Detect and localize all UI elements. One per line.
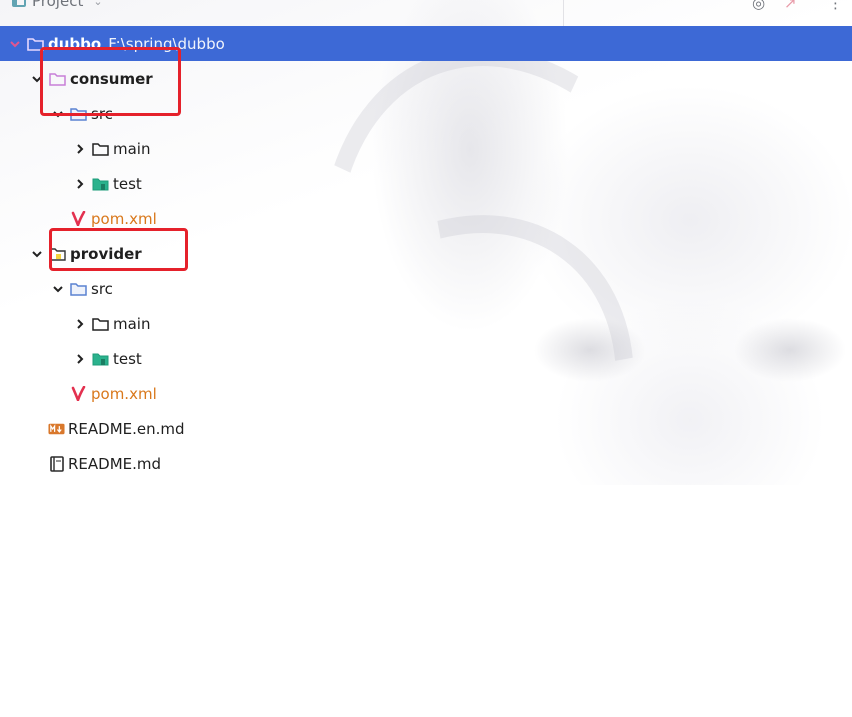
tree-node-label: pom.xml bbox=[91, 384, 157, 403]
folder-source-icon bbox=[70, 281, 87, 296]
project-panel-header: Project ⌄ ◎ ↗ ⋮ bbox=[0, 0, 852, 26]
tree-node-consumer[interactable]: consumer bbox=[0, 61, 852, 96]
folder-module-icon bbox=[49, 71, 66, 86]
tree-node-provider-src[interactable]: src bbox=[0, 271, 852, 306]
tree-node-readme[interactable]: README.md bbox=[0, 446, 852, 481]
tree-node-label: dubbo bbox=[48, 34, 102, 53]
chevron-right-icon[interactable] bbox=[73, 317, 87, 331]
panel-title-group[interactable]: Project ⌄ bbox=[12, 0, 103, 10]
chevron-down-icon[interactable] bbox=[30, 72, 44, 86]
locate-target-icon[interactable]: ◎ bbox=[752, 0, 765, 12]
chevron-down-icon[interactable] bbox=[30, 247, 44, 261]
tree-node-provider[interactable]: provider bbox=[0, 236, 852, 271]
folder-test-icon bbox=[92, 176, 109, 191]
tree-node-label: provider bbox=[70, 244, 142, 263]
tree-node-consumer-test[interactable]: test bbox=[0, 166, 852, 201]
tree-node-label: test bbox=[113, 349, 142, 368]
expand-arrow-icon[interactable]: ↗ bbox=[784, 0, 797, 12]
tree-node-label: README.en.md bbox=[68, 419, 185, 438]
chevron-down-icon[interactable]: ⌄ bbox=[93, 0, 102, 8]
chevron-right-icon[interactable] bbox=[73, 142, 87, 156]
tree-node-consumer-src[interactable]: src bbox=[0, 96, 852, 131]
chevron-right-icon[interactable] bbox=[73, 177, 87, 191]
folder-plain-module-icon bbox=[49, 246, 66, 261]
tree-node-dubbo[interactable]: dubbo F:\spring\dubbo bbox=[0, 26, 852, 61]
tree-node-label: main bbox=[113, 139, 151, 158]
tree-node-label: pom.xml bbox=[91, 209, 157, 228]
folder-source-icon bbox=[70, 106, 87, 121]
chevron-down-icon[interactable] bbox=[51, 282, 65, 296]
toolbar-divider bbox=[563, 0, 564, 26]
readme-book-icon bbox=[48, 455, 65, 472]
tree-node-label: test bbox=[113, 174, 142, 193]
folder-test-icon bbox=[92, 351, 109, 366]
folder-icon bbox=[92, 141, 109, 156]
tree-node-provider-pom[interactable]: pom.xml bbox=[0, 376, 852, 411]
chevron-right-icon[interactable] bbox=[73, 352, 87, 366]
chevron-down-icon[interactable] bbox=[51, 107, 65, 121]
tree-node-readme-en[interactable]: README.en.md bbox=[0, 411, 852, 446]
maven-icon bbox=[70, 386, 87, 401]
chevron-down-icon[interactable] bbox=[8, 37, 22, 51]
panel-title: Project bbox=[32, 0, 84, 10]
folder-module-icon bbox=[27, 36, 44, 51]
tree-node-label: README.md bbox=[68, 454, 162, 473]
tree-node-consumer-main[interactable]: main bbox=[0, 131, 852, 166]
folder-icon bbox=[92, 316, 109, 331]
tree-node-provider-main[interactable]: main bbox=[0, 306, 852, 341]
more-options-icon[interactable]: ⋮ bbox=[828, 0, 843, 12]
tree-node-path: F:\spring\dubbo bbox=[108, 34, 225, 53]
maven-icon bbox=[70, 211, 87, 226]
markdown-icon bbox=[48, 421, 65, 436]
tree-node-label: main bbox=[113, 314, 151, 333]
tree-node-provider-test[interactable]: test bbox=[0, 341, 852, 376]
tree-node-label: src bbox=[91, 279, 113, 298]
tree-node-label: consumer bbox=[70, 69, 153, 88]
project-window-icon bbox=[12, 0, 26, 7]
tree-node-consumer-pom[interactable]: pom.xml bbox=[0, 201, 852, 236]
tree-node-label: src bbox=[91, 104, 113, 123]
